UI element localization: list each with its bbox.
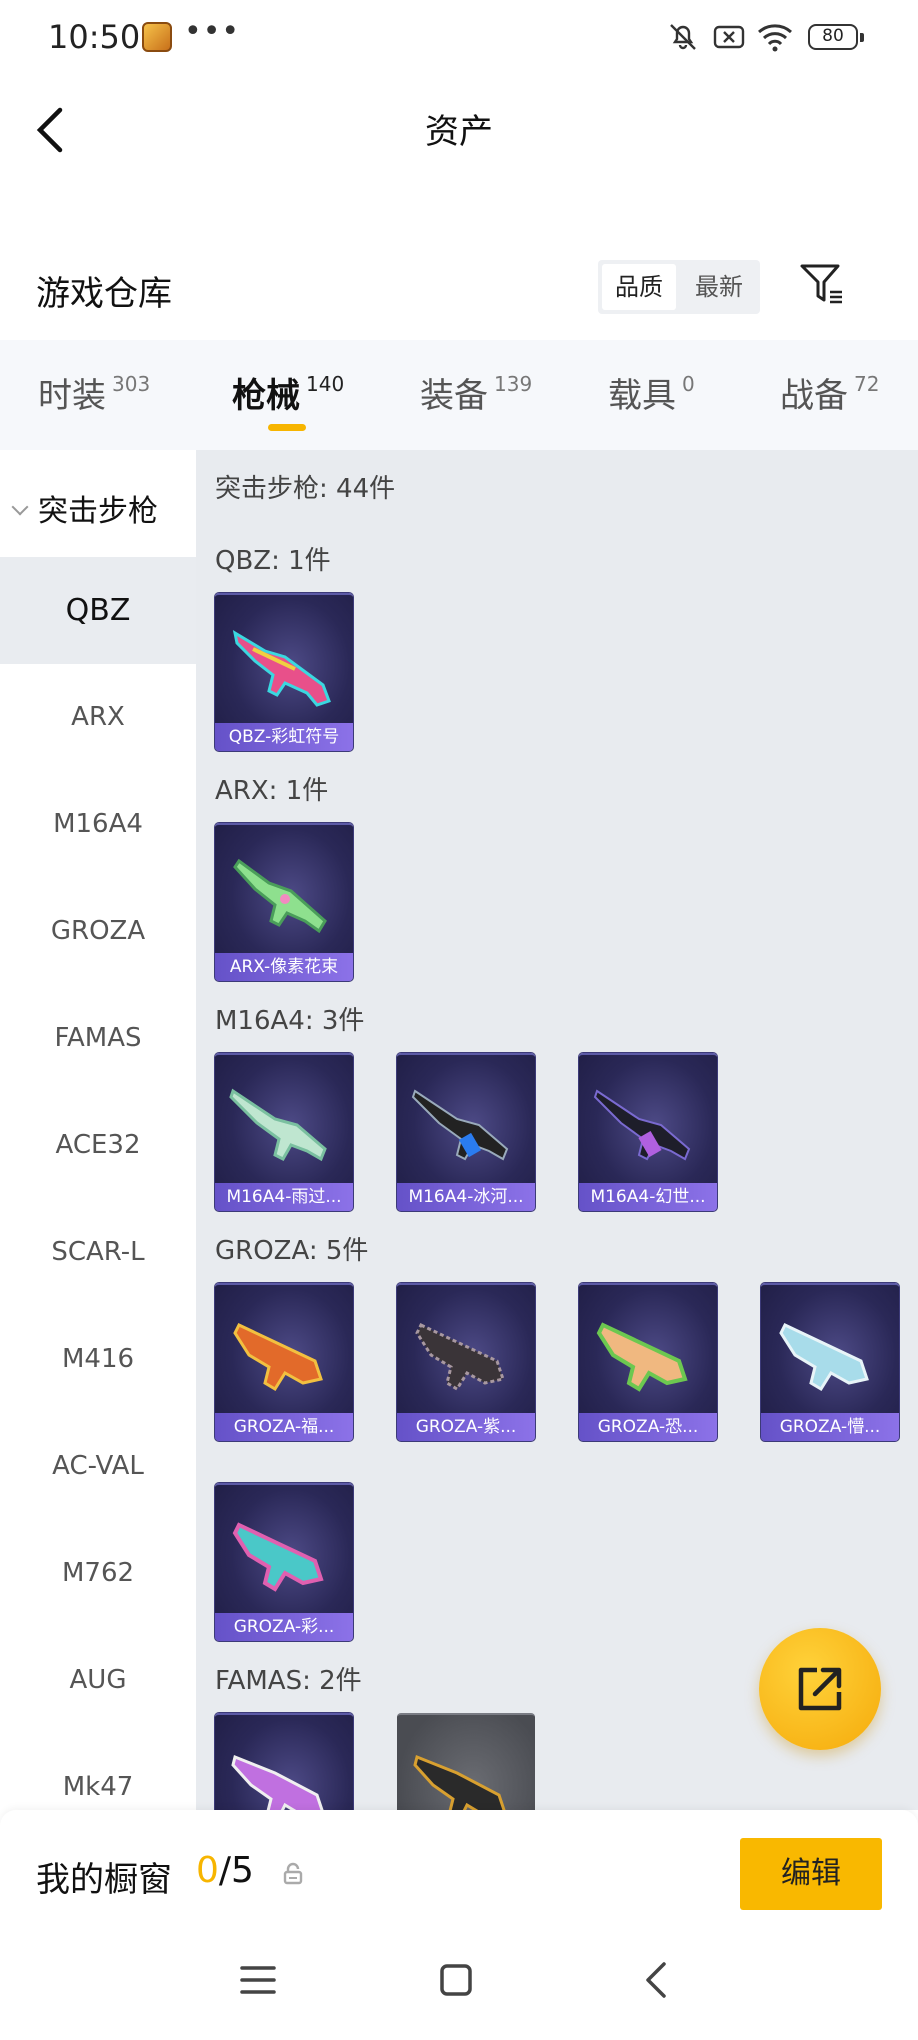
sidebar-item-m416[interactable]: M416 (0, 1306, 196, 1413)
group-title-arx: ARX: 1件 (215, 776, 329, 806)
skin-name: QBZ-彩虹符号 (215, 723, 353, 751)
tab-equipment[interactable]: 装备 139 (420, 368, 532, 417)
sort-quality-button[interactable]: 品质 (602, 264, 676, 310)
sidebar-item-arx[interactable]: ARX (0, 664, 196, 771)
showcase-total: /5 (218, 1850, 254, 1891)
sidebar-item-groza[interactable]: GROZA (0, 878, 196, 985)
battery-indicator: 80 (808, 24, 864, 50)
tab-count: 303 (112, 372, 151, 396)
rifle-skin-image (233, 858, 327, 934)
skin-name: M16A4-幻世... (579, 1183, 717, 1211)
sidebar-item-famas[interactable]: FAMAS (0, 985, 196, 1092)
tab-firearms[interactable]: 枪械 140 (232, 368, 344, 417)
sidebar-item-qbz[interactable]: QBZ (0, 557, 196, 664)
group-title-famas: FAMAS: 2件 (215, 1666, 362, 1696)
group-title-m16a4: M16A4: 3件 (215, 1006, 365, 1036)
rifle-skin-image (779, 1323, 869, 1392)
skin-name: GROZA-恐... (579, 1413, 717, 1441)
sidebar-item-ace32[interactable]: ACE32 (0, 1092, 196, 1199)
skin-name: GROZA-彩... (215, 1613, 353, 1641)
status-time: 10:50 (48, 18, 141, 56)
skin-card[interactable]: GROZA-紫... (397, 1283, 535, 1441)
group-title-groza: GROZA: 5件 (215, 1236, 369, 1266)
chevron-down-icon (11, 498, 29, 516)
rifle-skin-image (232, 1522, 324, 1592)
group-title-qbz: QBZ: 1件 (215, 546, 331, 576)
skin-card[interactable]: QBZ-彩虹符号 (215, 593, 353, 751)
tab-count: 139 (494, 372, 533, 396)
edit-button[interactable]: 编辑 (740, 1838, 882, 1910)
tab-count: 140 (306, 372, 345, 396)
no-sim-icon (713, 25, 745, 49)
lock-icon (283, 1862, 303, 1885)
tab-label: 战备 (780, 376, 848, 416)
skin-card[interactable]: ARX-像素花束 (215, 823, 353, 981)
tab-count: 72 (854, 372, 880, 396)
rifle-skin-image (232, 629, 331, 707)
category-tabs: 时装 303 枪械 140 装备 139 载具 0 战备 72 (0, 340, 918, 450)
weapon-sidebar: 突击步枪 QBZ ARX M16A4 GROZA FAMAS ACE32 SCA… (0, 450, 196, 1810)
showcase-bar: 我的橱窗 0/5 编辑 (0, 1810, 918, 2040)
nav-back-icon[interactable] (636, 1960, 676, 2000)
tab-label: 时装 (38, 376, 106, 416)
category-total: 突击步枪: 44件 (215, 474, 396, 504)
sort-toggle: 品质 最新 (598, 260, 760, 314)
rifle-skin-image (411, 1089, 509, 1161)
skin-name: ARX-像素花束 (215, 953, 353, 981)
skin-card[interactable]: GROZA-恐... (579, 1283, 717, 1441)
menu-icon[interactable] (238, 1960, 278, 2000)
more-notifications-icon: ••• (184, 14, 241, 49)
rifle-skin-image (415, 1323, 505, 1392)
skin-name: M16A4-冰河... (397, 1183, 535, 1211)
showcase-label: 我的橱窗 (36, 1860, 172, 1900)
rifle-skin-image (231, 1754, 324, 1810)
skin-name: M16A4-雨过... (215, 1183, 353, 1211)
share-button[interactable] (759, 1628, 881, 1750)
tab-label: 枪械 (232, 376, 300, 416)
skin-card[interactable] (215, 1713, 353, 1810)
skin-card[interactable]: GROZA-懵... (761, 1283, 899, 1441)
status-bar: 10:50 ••• 80 (0, 0, 918, 76)
tab-fashion[interactable]: 时装 303 (38, 368, 150, 417)
skin-name: GROZA-福... (215, 1413, 353, 1441)
tab-label: 载具 (608, 376, 676, 416)
sidebar-category-label: 突击步枪 (38, 494, 158, 529)
showcase-count: 0/5 (196, 1850, 254, 1891)
tab-tactical[interactable]: 战备 72 (780, 368, 879, 417)
sidebar-item-ac-val[interactable]: AC-VAL (0, 1413, 196, 1520)
skin-name: GROZA-紫... (397, 1413, 535, 1441)
sidebar-category-header[interactable]: 突击步枪 (11, 486, 158, 530)
skin-card[interactable]: GROZA-福... (215, 1283, 353, 1441)
rifle-skin-image (229, 1088, 327, 1162)
skin-card[interactable]: M16A4-幻世... (579, 1053, 717, 1211)
filter-icon[interactable] (798, 262, 848, 308)
skin-card[interactable] (397, 1713, 535, 1810)
warehouse-title: 游戏仓库 (36, 274, 172, 314)
showcase-used: 0 (196, 1850, 219, 1891)
skin-card[interactable]: M16A4-雨过... (215, 1053, 353, 1211)
rifle-skin-image (596, 1322, 688, 1392)
tab-count: 0 (682, 372, 695, 396)
wifi-icon (758, 24, 792, 52)
weapon-skin-list: 突击步枪: 44件 QBZ: 1件 QBZ-彩虹符号 ARX: 1件 ARX-像… (196, 450, 918, 1810)
sidebar-item-m762[interactable]: M762 (0, 1520, 196, 1627)
sidebar-item-aug[interactable]: AUG (0, 1627, 196, 1734)
skin-name: GROZA-懵... (761, 1413, 899, 1441)
tab-vehicles[interactable]: 载具 0 (608, 368, 695, 417)
rifle-skin-image (413, 1754, 506, 1810)
tab-label: 装备 (420, 376, 488, 416)
mute-icon (670, 24, 696, 50)
share-icon (798, 1667, 842, 1711)
sidebar-item-scar-l[interactable]: SCAR-L (0, 1199, 196, 1306)
rifle-skin-image (233, 1323, 323, 1392)
app-notification-icon (142, 22, 172, 52)
rifle-skin-image (593, 1089, 691, 1161)
skin-card[interactable]: M16A4-冰河... (397, 1053, 535, 1211)
skin-card[interactable]: GROZA-彩... (215, 1483, 353, 1641)
sort-newest-button[interactable]: 最新 (682, 264, 756, 310)
active-tab-indicator (268, 424, 306, 431)
page-title: 资产 (425, 112, 493, 152)
sidebar-item-m16a4[interactable]: M16A4 (0, 771, 196, 878)
home-icon[interactable] (436, 1960, 476, 2000)
